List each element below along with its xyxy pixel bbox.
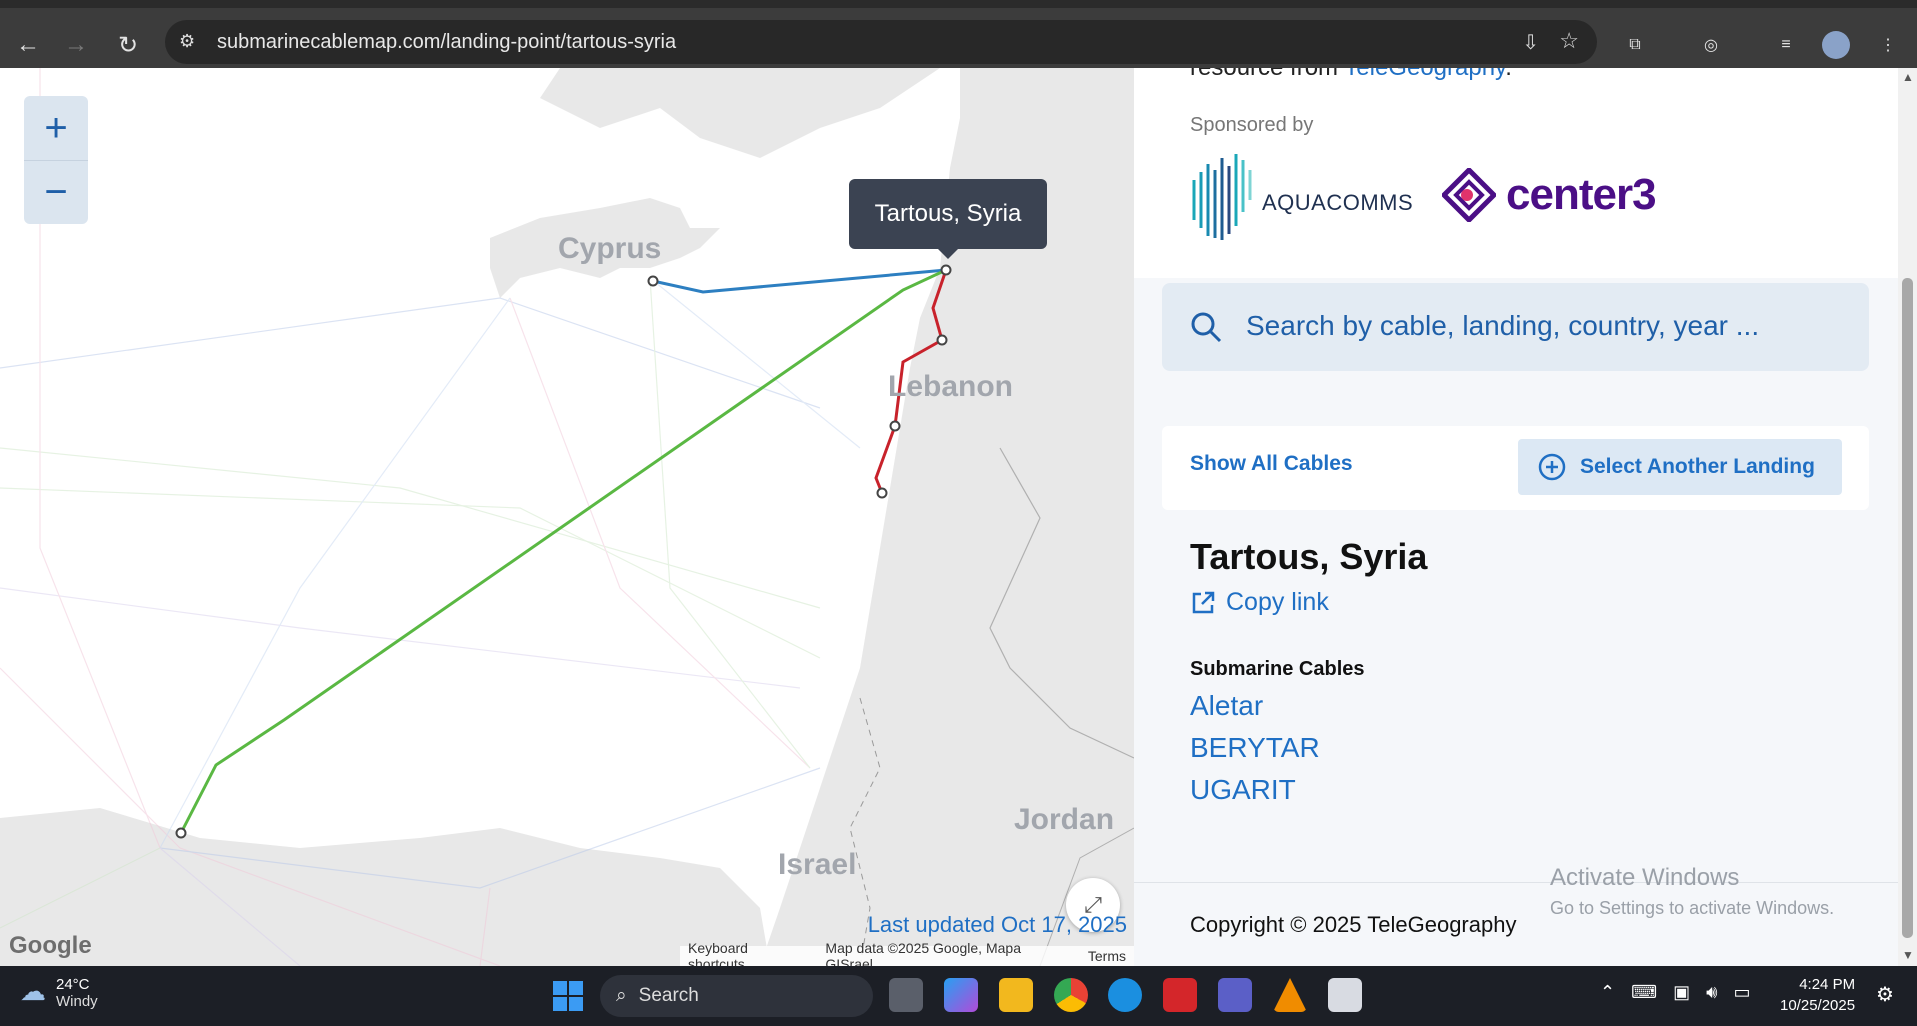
select-another-landing-label: Select Another Landing — [1580, 455, 1815, 478]
map-label-lebanon: Lebanon — [888, 370, 1013, 403]
system-tray: ⌃ ⌨ ▣ 🔊︎ ▭ — [1600, 982, 1750, 1003]
terms-link[interactable]: Terms — [1088, 948, 1126, 964]
search-input[interactable]: Search by cable, landing, country, year … — [1162, 283, 1869, 371]
panel-scrollbar[interactable]: ▲ ▼ — [1898, 68, 1917, 966]
menu-icon[interactable]: ⋮ — [1870, 27, 1906, 63]
copyright-text: Copyright © 2025 TeleGeography — [1190, 912, 1517, 937]
google-logo: Google — [9, 932, 92, 959]
copy-link-label: Copy link — [1226, 588, 1329, 616]
select-another-landing-button[interactable]: Select Another Landing — [1518, 439, 1842, 495]
resource-prefix: resource from — [1190, 68, 1344, 81]
resource-suffix: . — [1505, 68, 1512, 81]
scroll-down-arrow-icon[interactable]: ▼ — [1902, 948, 1914, 962]
sponsored-by-label: Sponsored by — [1190, 114, 1314, 136]
landing-title: Tartous, Syria — [1190, 536, 1428, 577]
vlc-icon[interactable] — [1273, 978, 1307, 1012]
taskbar-search-label: Search — [638, 985, 699, 1006]
action-bar: Show All Cables Select Another Landing — [1162, 426, 1869, 510]
map-label-israel: Israel — [778, 848, 857, 881]
browser-toolbar: ← → ↻ ⚙ submarinecablemap.com/landing-po… — [0, 0, 1917, 68]
battery-icon[interactable]: ▭ — [1733, 982, 1750, 1003]
media-icon[interactable]: ≡ — [1768, 27, 1804, 63]
pdf-app-icon[interactable] — [1163, 978, 1197, 1012]
aquacomms-logo[interactable]: AQUACOMMS — [1190, 150, 1413, 242]
url-path: /landing-point/tartous-syria — [440, 31, 677, 53]
lens-icon[interactable]: ◎ — [1693, 27, 1729, 63]
scroll-up-arrow-icon[interactable]: ▲ — [1902, 70, 1914, 84]
clock-date: 10/25/2025 — [1780, 997, 1856, 1014]
last-updated-text: Last updated Oct 17, 2025 — [867, 912, 1127, 937]
network-icon[interactable]: ▣ — [1673, 982, 1690, 1003]
aquacomms-wordmark: AQUACOMMS — [1262, 190, 1414, 215]
start-button-windows-icon[interactable] — [553, 981, 583, 1011]
forward-icon[interactable]: → — [58, 27, 94, 63]
reload-icon[interactable]: ↻ — [110, 27, 146, 63]
cable-link-berytar[interactable]: BERYTAR — [1190, 732, 1320, 764]
copilot-icon[interactable] — [944, 978, 978, 1012]
weather-icon: ☁ — [20, 976, 46, 1006]
cable-link-aletar[interactable]: Aletar — [1190, 690, 1263, 722]
url-domain: submarinecablemap.com — [217, 31, 441, 53]
edge-icon[interactable] — [1108, 978, 1142, 1012]
activate-windows-watermark: Activate Windows Go to Settings to activ… — [1550, 864, 1834, 919]
weather-condition: Windy — [56, 993, 98, 1010]
weather-temp: 24°C — [56, 976, 90, 993]
ugarit-cable[interactable] — [179, 268, 947, 834]
clock-time: 4:24 PM — [1799, 976, 1856, 993]
extensions-icon[interactable]: ⧉ — [1617, 27, 1653, 63]
profile-avatar[interactable] — [1818, 27, 1854, 63]
scroll-thumb[interactable] — [1902, 278, 1913, 938]
search-placeholder: Search by cable, landing, country, year … — [1246, 310, 1760, 341]
map-label-jordan: Jordan — [1014, 803, 1115, 836]
zoom-out-button[interactable]: − — [24, 160, 88, 224]
taskbar-search-icon: ⌕ — [616, 985, 627, 1006]
install-app-icon[interactable]: ⇩ — [1522, 30, 1539, 55]
activate-windows-title: Activate Windows — [1550, 864, 1740, 891]
center3-diamond-icon — [1442, 168, 1496, 222]
show-all-cables-button[interactable]: Show All Cables — [1190, 452, 1353, 476]
telegeography-link[interactable]: TeleGeography — [1344, 68, 1505, 81]
map-data-text: Map data ©2025 Google, Mapa GISrael — [825, 940, 1021, 966]
volume-icon[interactable]: 🔊︎ — [1706, 982, 1717, 1003]
map-label-cyprus: Cyprus — [558, 232, 662, 265]
keyboard-shortcuts-link[interactable]: Keyboard shortcuts — [688, 940, 807, 966]
activate-windows-subtitle: Go to Settings to activate Windows. — [1550, 898, 1835, 918]
url-text[interactable]: submarinecablemap.com/landing-point/tart… — [217, 31, 676, 54]
resource-text: resource from TeleGeography. — [1190, 68, 1512, 82]
landing-panel: resource from TeleGeography. Sponsored b… — [1134, 68, 1898, 966]
windows-taskbar: ☁ 24°C Windy ⌕ Search ⌃ ⌨ ▣ 🔊︎ ▭ 4:24 PM… — [0, 966, 1917, 1026]
weather-widget[interactable]: ☁ 24°C Windy — [20, 976, 98, 1010]
settings-gear-icon[interactable]: ⚙ — [1876, 982, 1894, 1007]
copy-link-button[interactable]: Copy link — [1190, 588, 1329, 617]
teams-icon[interactable] — [1218, 978, 1252, 1012]
zoom-in-button[interactable]: + — [24, 96, 88, 160]
file-explorer-icon[interactable] — [999, 978, 1033, 1012]
site-info-icon[interactable]: ⚙ — [179, 31, 195, 52]
plus-circle-icon — [1538, 453, 1566, 481]
aletar-cable[interactable] — [652, 268, 947, 294]
cable-link-ugarit[interactable]: UGARIT — [1190, 774, 1296, 806]
center3-wordmark: center3 — [1506, 170, 1657, 219]
keyboard-icon[interactable]: ⌨ — [1631, 982, 1657, 1003]
external-link-icon — [1192, 591, 1215, 613]
taskbar-clock[interactable]: 4:24 PM 10/25/2025 — [1780, 974, 1855, 1016]
map-attribution: Keyboard shortcuts Map data ©2025 Google… — [680, 940, 1134, 966]
snipping-tool-icon[interactable] — [1328, 978, 1362, 1012]
address-bar[interactable]: ⚙ submarinecablemap.com/landing-point/ta… — [165, 20, 1597, 64]
submarine-cables-heading: Submarine Cables — [1190, 658, 1365, 680]
search-icon — [1191, 312, 1222, 343]
show-hidden-icons-chevron-icon[interactable]: ⌃ — [1600, 982, 1615, 1003]
map[interactable]: + − Tartous, Syria Cyprus Lebanon Israel… — [0, 68, 1134, 966]
back-icon[interactable]: ← — [10, 27, 46, 63]
bookmark-star-icon[interactable]: ☆ — [1559, 28, 1579, 54]
chrome-icon[interactable] — [1054, 978, 1088, 1012]
taskbar-search[interactable]: ⌕ Search — [600, 975, 873, 1017]
task-view-icon[interactable] — [889, 978, 923, 1012]
landing-tooltip: Tartous, Syria — [849, 179, 1047, 249]
center3-logo[interactable]: center3 — [1442, 168, 1657, 222]
